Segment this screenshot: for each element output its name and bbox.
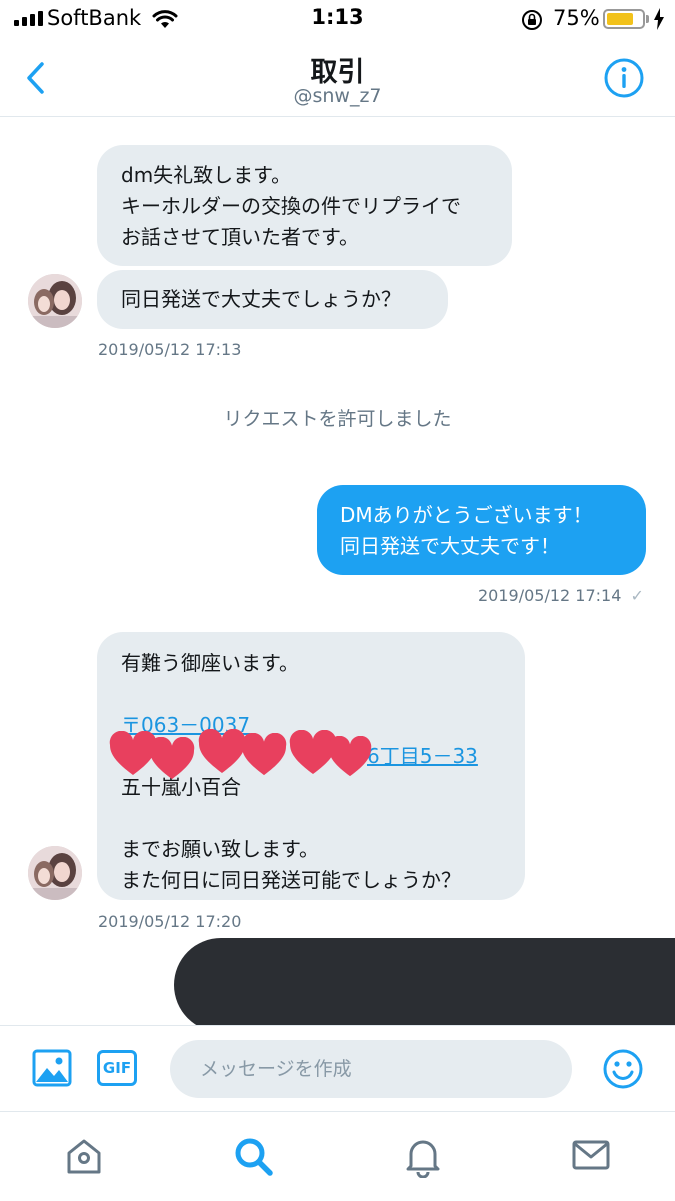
read-check-icon: ✓ xyxy=(630,586,644,605)
conversation-header: 取引 @snw_z7 xyxy=(0,40,675,117)
outgoing-message[interactable]: DMありがとうございます！ 同日発送で大丈夫です！ xyxy=(317,485,646,575)
status-bar: SoftBank 1:13 75% xyxy=(0,0,675,40)
conversation-title: 取引 xyxy=(310,57,365,88)
image-icon[interactable] xyxy=(32,1048,72,1088)
message-timestamp: 2019/05/12 17:14 ✓ xyxy=(478,586,644,605)
message-timestamp: 2019/05/12 17:20 xyxy=(98,912,242,931)
battery-icon xyxy=(603,9,645,29)
heart-sticker xyxy=(241,733,287,776)
message-composer: GIF xyxy=(0,1025,675,1112)
info-icon[interactable] xyxy=(603,57,645,99)
heart-sticker xyxy=(149,737,195,780)
home-icon[interactable] xyxy=(64,1136,104,1176)
message-greeting: 有難う御座います。 xyxy=(121,651,299,675)
tab-bar xyxy=(0,1111,675,1201)
message-input[interactable] xyxy=(170,1040,572,1098)
notifications-icon[interactable] xyxy=(403,1136,443,1178)
request-accepted-notice: リクエストを許可しました xyxy=(223,408,452,430)
sender-avatar[interactable] xyxy=(28,274,82,328)
address-visible-text: 6丁目5－33 xyxy=(367,744,478,768)
conversation-handle: @snw_z7 xyxy=(293,85,382,107)
redacted-outgoing-message xyxy=(174,938,675,1032)
incoming-message[interactable]: dm失礼致します。 キーホルダーの交換の件でリプライで お話させて頂いた者です。 xyxy=(97,145,512,266)
charging-bolt-icon xyxy=(654,8,664,30)
gif-button[interactable]: GIF xyxy=(97,1050,137,1086)
battery-percent: 75% xyxy=(553,6,600,30)
sender-avatar[interactable] xyxy=(28,846,82,900)
emoji-icon[interactable] xyxy=(602,1048,644,1090)
incoming-message[interactable]: 同日発送で大丈夫でしょうか？ xyxy=(97,270,448,329)
heart-sticker xyxy=(328,736,372,777)
battery-tip xyxy=(646,15,649,23)
message-timestamp: 2019/05/12 17:13 xyxy=(98,340,242,359)
orientation-lock-icon xyxy=(522,10,542,30)
battery-level-fill xyxy=(607,13,633,25)
message-closing: までお願い致します。 また何日に同日発送可能でしょうか？ xyxy=(121,837,461,892)
search-icon[interactable] xyxy=(233,1136,275,1178)
timestamp-text: 2019/05/12 17:14 xyxy=(478,586,622,605)
messages-icon[interactable] xyxy=(572,1136,610,1174)
